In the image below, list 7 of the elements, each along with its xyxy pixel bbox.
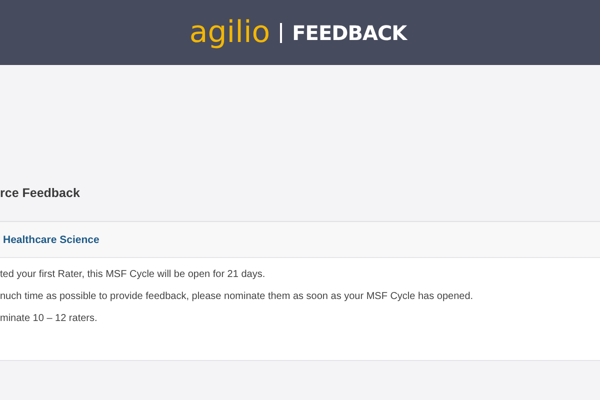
logo: agilio — [189, 18, 270, 48]
info-text: ted your first Rater, this MSF Cycle will be open for 21 days. — [0, 268, 266, 282]
product-name: FEEDBACK — [292, 20, 407, 44]
info-text: minate 10 – 12 raters. — [0, 312, 98, 326]
card-title: Healthcare Science — [3, 234, 100, 246]
info-text: nuch time as possible to provide feedback, please nominate them as soon as your MSF Cycle has opened. — [0, 290, 474, 304]
page-title: rce Feedback — [0, 185, 81, 201]
